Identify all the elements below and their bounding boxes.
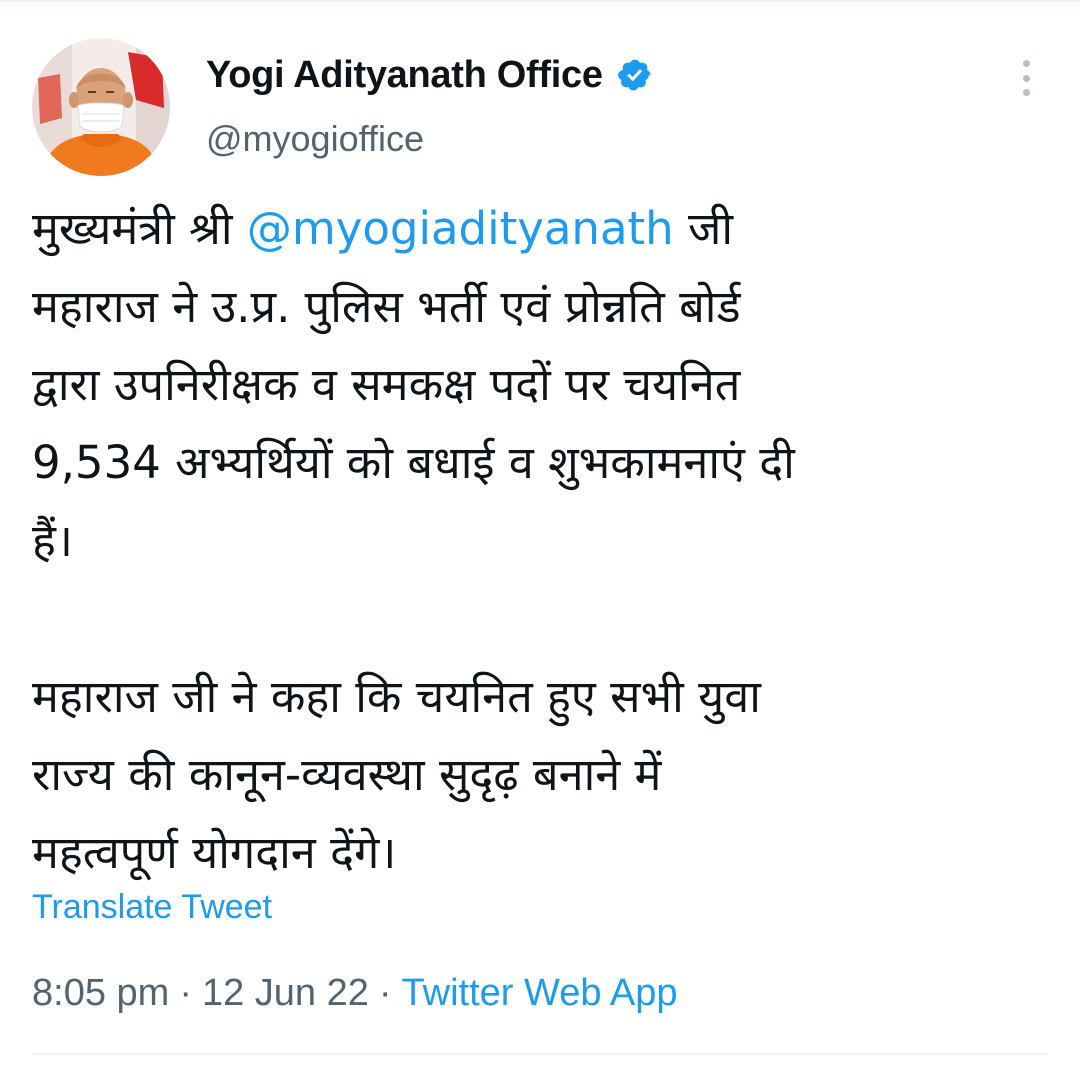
- author-handle[interactable]: @myogioffice: [206, 118, 424, 160]
- top-divider: [0, 0, 1080, 2]
- tweet-text-segment: जी: [673, 202, 734, 255]
- tweet-line: द्वारा उपनिरीक्षक व समकक्ष पदों पर चयनित: [32, 358, 741, 411]
- bottom-divider: [32, 1053, 1048, 1055]
- tweet-line: महाराज जी ने कहा कि चयनित हुए सभी युवा: [32, 670, 761, 723]
- tweet-text-segment: मुख्यमंत्री श्री: [32, 202, 247, 255]
- tweet-line: मुख्यमंत्री श्री @myogiadityanath जी: [32, 190, 1032, 268]
- tweet-meta: 8:05 pm · 12 Jun 22 · Twitter Web App: [32, 972, 678, 1015]
- tweet-line: महत्वपूर्ण योगदान देंगे।: [32, 826, 397, 879]
- verified-badge-icon: [617, 59, 651, 91]
- tweet-text: मुख्यमंत्री श्री @myogiadityanath जी महा…: [32, 190, 1032, 892]
- more-dot: [1022, 60, 1030, 67]
- translate-tweet-link[interactable]: Translate Tweet: [32, 888, 272, 927]
- tweet-line: महाराज ने उ.प्र. पुलिस भर्ती एवं प्रोन्न…: [32, 280, 741, 333]
- meta-separator: ·: [378, 972, 392, 1014]
- tweet-line: राज्य की कानून-व्यवस्था सुदृढ़ बनाने में: [32, 748, 662, 801]
- avatar[interactable]: [32, 38, 170, 176]
- author-name-row[interactable]: Yogi Adityanath Office: [206, 52, 653, 98]
- tweet-line: 9,534 अभ्यर्थियों को बधाई व शुभकामनाएं द…: [32, 436, 795, 489]
- tweet-date[interactable]: 12 Jun 22: [202, 972, 369, 1014]
- profile-photo-icon: [32, 38, 170, 176]
- tweet-source-link[interactable]: Twitter Web App: [402, 972, 678, 1014]
- tweet-line: हैं।: [32, 514, 73, 567]
- author-name[interactable]: Yogi Adityanath Office: [206, 54, 603, 97]
- more-dot: [1022, 74, 1030, 82]
- tweet-time[interactable]: 8:05 pm: [32, 972, 169, 1014]
- more-dot: [1022, 89, 1030, 96]
- paragraph-break: [32, 580, 1032, 658]
- mention-link[interactable]: @myogiadityanath: [247, 202, 674, 255]
- more-options-icon[interactable]: [1016, 60, 1036, 96]
- meta-separator: ·: [179, 972, 192, 1014]
